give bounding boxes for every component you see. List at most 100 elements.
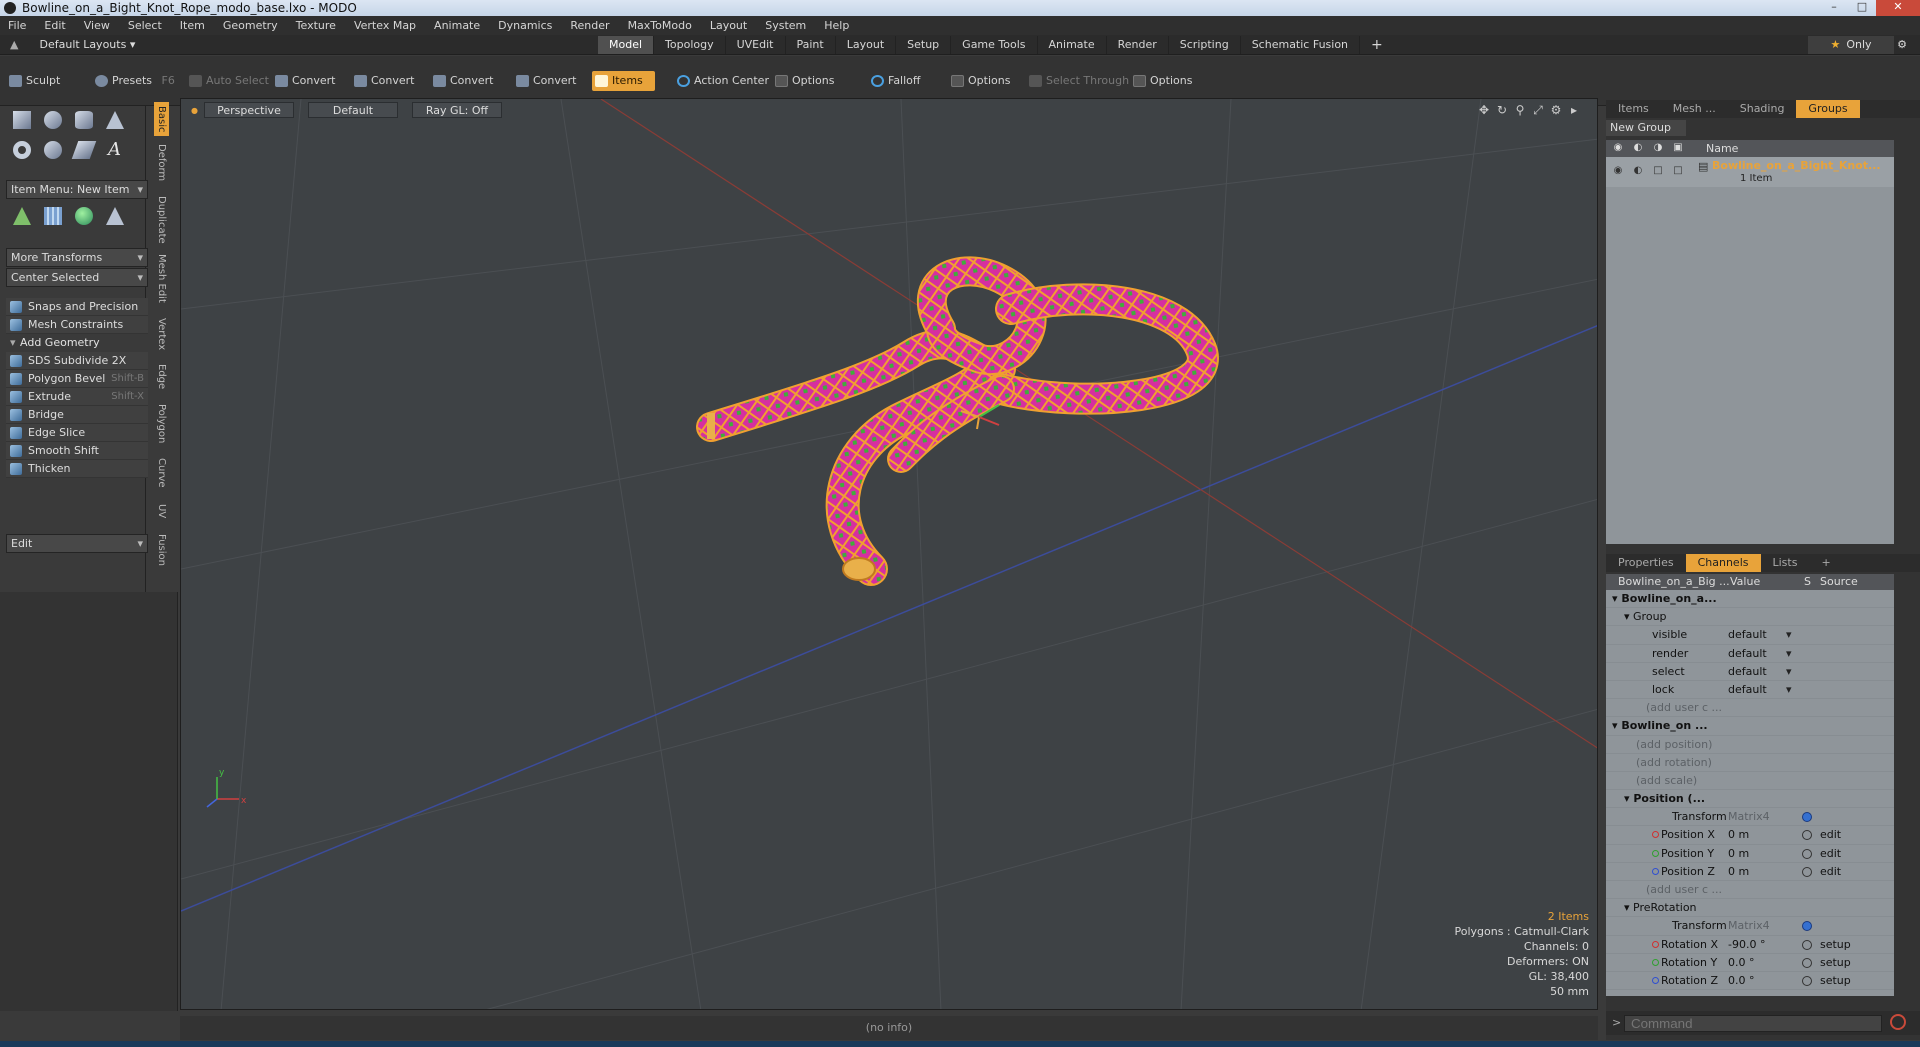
tab-mesh[interactable]: Mesh ...	[1661, 100, 1728, 118]
channel-row-select[interactable]: select default ▾	[1606, 663, 1894, 681]
menu-dynamics[interactable]: Dynamics	[498, 19, 552, 32]
add-tab-button[interactable]: +	[1360, 36, 1394, 54]
falloff-button[interactable]: Falloff	[868, 71, 920, 91]
command-input[interactable]	[1624, 1015, 1882, 1032]
channel-row-transform[interactable]: Transform Matrix4	[1606, 808, 1894, 827]
tab-layout[interactable]: Layout	[836, 36, 897, 54]
action-center-button[interactable]: Action Center	[674, 71, 769, 91]
menu-help[interactable]: Help	[824, 19, 849, 32]
menu-select[interactable]: Select	[128, 19, 162, 32]
tab-uvedit[interactable]: UVEdit	[726, 36, 786, 54]
eye-icon[interactable]: ◉	[1608, 142, 1628, 153]
channel-row-add-user[interactable]: (add user c ...	[1606, 699, 1894, 718]
pen-icon[interactable]	[68, 136, 99, 164]
vtab-curve[interactable]: Curve	[154, 456, 169, 490]
select-icon[interactable]: ◑	[1648, 142, 1668, 153]
vtab-basic[interactable]: Basic	[154, 102, 169, 136]
presets-button[interactable]: Presets F6	[92, 71, 175, 91]
tab-topology[interactable]: Topology	[654, 36, 726, 54]
channel-row-group[interactable]: ▾ Group	[1606, 608, 1894, 627]
tab-paint[interactable]: Paint	[786, 36, 836, 54]
menu-maxtomodo[interactable]: MaxToModo	[628, 19, 692, 32]
close-icon[interactable]: ✕	[1876, 0, 1920, 16]
menu-render[interactable]: Render	[570, 19, 609, 32]
fit-icon[interactable]: ⤢	[1529, 103, 1547, 118]
more-transforms-dropdown[interactable]: More Transforms	[6, 248, 148, 267]
convert-button-3[interactable]: Convert	[430, 71, 494, 91]
raygl-dropdown[interactable]: Ray GL: Off	[411, 102, 502, 118]
auto-select-button[interactable]: Auto Select	[186, 71, 269, 91]
globe-icon[interactable]	[68, 202, 99, 230]
pan-icon[interactable]: ✥	[1475, 103, 1493, 118]
channel-row-rotation-x[interactable]: Rotation X -90.0 ° setup	[1606, 936, 1894, 954]
tab-properties[interactable]: Properties	[1606, 554, 1686, 572]
cylinder-icon[interactable]	[68, 106, 99, 134]
menu-view[interactable]: View	[84, 19, 110, 32]
3d-viewport[interactable]: x y ● Perspective Default Ray GL: Off ✥ …	[180, 98, 1598, 1010]
tab-game-tools[interactable]: Game Tools	[951, 36, 1038, 54]
convert-button-2[interactable]: Convert	[351, 71, 415, 91]
channel-row-transform-2[interactable]: Transform Matrix4	[1606, 917, 1894, 936]
render-icon[interactable]: ◐	[1628, 142, 1648, 153]
add-geometry-section[interactable]: Add Geometry	[6, 334, 148, 352]
channel-row-add-position[interactable]: (add position)	[1606, 736, 1894, 754]
options-button-2[interactable]: Options	[948, 71, 1010, 91]
vtab-uv[interactable]: UV	[154, 500, 169, 522]
tab-render[interactable]: Render	[1107, 36, 1169, 54]
cone-icon[interactable]	[99, 106, 130, 134]
lock-toggle-icon[interactable]: □	[1668, 165, 1688, 176]
viewport-menu-icon[interactable]: ●	[191, 106, 198, 115]
options-button-1[interactable]: Options	[772, 71, 834, 91]
menu-edit[interactable]: Edit	[44, 19, 65, 32]
visibility-toggle-icon[interactable]: ◉	[1608, 165, 1628, 176]
menu-file[interactable]: File	[8, 19, 26, 32]
vtab-deform[interactable]: Deform	[154, 142, 169, 184]
channel-row-position-y[interactable]: Position Y0 m edit	[1606, 845, 1894, 863]
channel-row-mesh[interactable]: ▾ Bowline_on ...	[1606, 717, 1894, 736]
tool-sds-subdivide[interactable]: SDS Subdivide 2X	[6, 352, 148, 370]
zoom-icon[interactable]: ⚲	[1511, 103, 1529, 118]
channel-row-rotation-z[interactable]: Rotation Z 0.0 ° setup	[1606, 972, 1894, 991]
tab-setup[interactable]: Setup	[896, 36, 952, 54]
item-menu-dropdown[interactable]: Item Menu: New Item	[6, 180, 148, 199]
default-layouts-dropdown[interactable]: ▲ Default Layouts ▾	[10, 37, 135, 53]
tab-groups[interactable]: Groups	[1796, 100, 1860, 118]
center-selected-dropdown[interactable]: Center Selected	[6, 268, 148, 287]
channel-row-add-scale[interactable]: (add scale)	[1606, 772, 1894, 791]
menu-system[interactable]: System	[765, 19, 806, 32]
torus-icon[interactable]	[6, 136, 37, 164]
vtab-duplicate[interactable]: Duplicate	[154, 194, 169, 246]
menu-item[interactable]: Item	[180, 19, 205, 32]
vtab-polygon[interactable]: Polygon	[154, 402, 169, 446]
channel-row-prerotation[interactable]: ▾ PreRotation	[1606, 899, 1894, 918]
channel-row-rotation-y[interactable]: Rotation Y 0.0 ° setup	[1606, 954, 1894, 972]
cube-icon[interactable]	[6, 106, 37, 134]
channel-row-position-x[interactable]: Position X0 m edit	[1606, 826, 1894, 845]
mesh-constraints-button[interactable]: Mesh Constraints	[6, 316, 148, 334]
snaps-precision-button[interactable]: Snaps and Precision	[6, 298, 148, 316]
group-row[interactable]: ◉ ◐ □ □ ▤ Bowline_on_a_Bight_Knot... 1 I…	[1606, 157, 1894, 187]
tab-schematic-fusion[interactable]: Schematic Fusion	[1241, 36, 1361, 54]
view-type-dropdown[interactable]: Perspective	[203, 102, 294, 118]
vtab-vertex[interactable]: Vertex	[154, 316, 169, 352]
grid-icon[interactable]	[37, 202, 68, 230]
record-icon[interactable]	[1890, 1014, 1906, 1030]
tool-smooth-shift[interactable]: Smooth Shift	[6, 442, 148, 460]
channel-row-item[interactable]: ▾ Bowline_on_a...	[1606, 590, 1894, 609]
tab-channels[interactable]: Channels	[1685, 554, 1761, 572]
viewport-settings-icon[interactable]: ⚙	[1547, 103, 1565, 118]
edit-dropdown[interactable]: Edit	[6, 534, 148, 553]
channel-row-position-group[interactable]: ▾ Position (...	[1606, 790, 1894, 809]
tab-model[interactable]: Model	[598, 36, 655, 54]
tab-lists[interactable]: Lists	[1761, 554, 1810, 572]
channel-row-visible[interactable]: visible default ▾	[1606, 626, 1894, 645]
minimize-icon[interactable]: –	[1820, 0, 1848, 16]
options-button-3[interactable]: Options	[1130, 71, 1192, 91]
pyramid-icon[interactable]	[99, 202, 130, 230]
maximize-icon[interactable]: □	[1848, 0, 1876, 16]
select-toggle-icon[interactable]: □	[1648, 165, 1668, 176]
new-group-button[interactable]: New Group	[1606, 120, 1686, 136]
tool-thicken[interactable]: Thicken	[6, 460, 148, 478]
tab-animate[interactable]: Animate	[1038, 36, 1107, 54]
channel-row-position-z[interactable]: Position Z0 m edit	[1606, 863, 1894, 881]
